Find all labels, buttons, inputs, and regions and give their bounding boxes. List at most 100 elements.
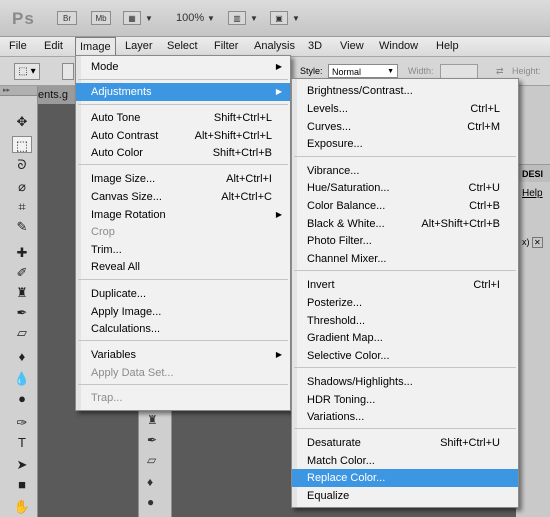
adjust-item-curves[interactable]: Curves... Ctrl+M: [292, 118, 518, 136]
adjust-item-posterize[interactable]: Posterize...: [292, 294, 518, 312]
document-tab[interactable]: ents.g: [38, 89, 68, 101]
adjust-item-hue-saturation[interactable]: Hue/Saturation... Ctrl+U: [292, 179, 518, 197]
image-menu-item-auto-contrast[interactable]: Auto Contrast Alt+Shift+Ctrl+L: [76, 127, 290, 145]
menu-window[interactable]: Window: [379, 37, 418, 56]
path-selection-icon[interactable]: ➤: [12, 456, 32, 473]
menu-separator: [78, 340, 288, 341]
image-menu-item-variables[interactable]: Variables ▶: [76, 346, 290, 364]
menu-file[interactable]: File: [9, 37, 27, 56]
adjust-item-desaturate[interactable]: Desaturate Shift+Ctrl+U: [292, 434, 518, 452]
adjust-item-channel-mixer[interactable]: Channel Mixer...: [292, 250, 518, 268]
selection-mode-button[interactable]: [62, 63, 74, 80]
dodge-icon[interactable]: ●: [12, 390, 32, 407]
arrange-dropdown-icon[interactable]: ▼: [250, 14, 258, 23]
bridge-button[interactable]: Br: [57, 11, 77, 25]
type-icon[interactable]: T: [12, 434, 32, 451]
pen-icon[interactable]: ✑: [12, 414, 32, 431]
adjust-item-gradient-map[interactable]: Gradient Map...: [292, 329, 518, 347]
style-select[interactable]: Normal ▼: [328, 64, 398, 78]
image-menu-item-image-rotation[interactable]: Image Rotation ▶: [76, 206, 290, 224]
menu-analysis[interactable]: Analysis: [254, 37, 295, 56]
menu-select[interactable]: Select: [167, 37, 198, 56]
adjust-item-black-white[interactable]: Black & White... Alt+Shift+Ctrl+B: [292, 215, 518, 233]
view-extras-dropdown-icon[interactable]: ▼: [145, 14, 153, 23]
adjust-item-variations[interactable]: Variations...: [292, 408, 518, 426]
adjust-item-shadows-highlights[interactable]: Shadows/Highlights...: [292, 373, 518, 391]
adjust-item-invert[interactable]: Invert Ctrl+I: [292, 276, 518, 294]
crop-icon[interactable]: ⌗: [12, 198, 32, 215]
design-panel-tab[interactable]: DESI: [516, 164, 550, 182]
image-menu-item-auto-tone[interactable]: Auto Tone Shift+Ctrl+L: [76, 109, 290, 127]
menu-item-label: Adjustments: [91, 86, 152, 98]
zoom-level[interactable]: 100%: [176, 12, 204, 24]
image-menu-item-image-size[interactable]: Image Size... Alt+Ctrl+I: [76, 170, 290, 188]
rectangle-shape-icon[interactable]: ■: [12, 476, 32, 493]
adjust-item-photo-filter[interactable]: Photo Filter...: [292, 232, 518, 250]
history-brush-icon[interactable]: ✒: [147, 433, 157, 447]
blur-icon[interactable]: 💧: [12, 370, 32, 387]
blur-icon[interactable]: ●: [147, 495, 154, 509]
adjust-item-brightness-contrast[interactable]: Brightness/Contrast...: [292, 82, 518, 100]
image-menu-item-canvas-size[interactable]: Canvas Size... Alt+Ctrl+C: [76, 188, 290, 206]
menu-help[interactable]: Help: [436, 37, 459, 56]
adjust-item-equalize[interactable]: Equalize: [292, 487, 518, 505]
image-menu-item-trim[interactable]: Trim...: [76, 241, 290, 259]
menu-filter[interactable]: Filter: [214, 37, 238, 56]
image-menu-item-adjustments[interactable]: Adjustments ▶: [76, 83, 290, 101]
spot-healing-icon[interactable]: ✚: [12, 244, 32, 261]
move-tool-icon[interactable]: ✥: [12, 113, 32, 130]
adjust-item-match-color[interactable]: Match Color...: [292, 452, 518, 470]
hand-icon[interactable]: ✋: [12, 498, 32, 515]
width-label: Width:: [408, 66, 434, 76]
menu-edit[interactable]: Edit: [44, 37, 63, 56]
quick-selection-icon[interactable]: ⌀: [12, 178, 32, 195]
tools-panel-grip[interactable]: ▸▸: [0, 86, 37, 96]
image-menu-item-mode[interactable]: Mode ▶: [76, 58, 290, 76]
adjust-item-color-balance[interactable]: Color Balance... Ctrl+B: [292, 197, 518, 215]
image-menu-item-apply-image[interactable]: Apply Image...: [76, 303, 290, 321]
history-brush-icon[interactable]: ✒: [12, 304, 32, 321]
image-menu-item-calculations[interactable]: Calculations...: [76, 320, 290, 338]
menu-item-label: Selective Color...: [307, 350, 390, 362]
menu-view[interactable]: View: [340, 37, 364, 56]
lasso-icon[interactable]: ᘐ: [12, 156, 32, 173]
menu-layer[interactable]: Layer: [125, 37, 153, 56]
menu-image[interactable]: Image: [75, 37, 116, 56]
paint-bucket-icon[interactable]: ♦: [12, 348, 32, 365]
arrange-documents-button[interactable]: ▥: [228, 11, 246, 25]
adjust-item-threshold[interactable]: Threshold...: [292, 312, 518, 330]
view-extras-button[interactable]: ▦: [123, 11, 141, 25]
eyedropper-icon[interactable]: ✎: [12, 218, 32, 235]
adjust-item-levels[interactable]: Levels... Ctrl+L: [292, 100, 518, 118]
paint-bucket-icon[interactable]: ♦: [147, 475, 153, 489]
eraser-icon[interactable]: ▱: [12, 324, 32, 341]
adjust-item-selective-color[interactable]: Selective Color...: [292, 347, 518, 365]
adjust-item-exposure[interactable]: Exposure...: [292, 135, 518, 153]
adjust-item-vibrance[interactable]: Vibrance...: [292, 162, 518, 180]
brush-icon[interactable]: ✐: [12, 264, 32, 281]
menu-item-label: Trim...: [91, 244, 122, 256]
marquee-preset-picker[interactable]: ⬚ ▾: [14, 63, 40, 80]
clone-stamp-icon[interactable]: ♜: [147, 413, 158, 427]
adjust-item-replace-color[interactable]: Replace Color...: [292, 469, 518, 487]
adjust-item-hdr-toning[interactable]: HDR Toning...: [292, 391, 518, 409]
menu-3d[interactable]: 3D: [308, 37, 322, 56]
close-icon[interactable]: ✕: [532, 237, 543, 248]
submenu-arrow-icon: ▶: [275, 210, 282, 219]
menu-item-label: Calculations...: [91, 323, 161, 335]
mini-bridge-button[interactable]: Mb: [91, 11, 111, 25]
panel-help-link[interactable]: Help: [516, 188, 550, 202]
screen-mode-button[interactable]: ▣: [270, 11, 288, 25]
menu-separator: [294, 367, 516, 368]
eraser-icon[interactable]: ▱: [147, 453, 156, 467]
image-menu-item-duplicate[interactable]: Duplicate...: [76, 285, 290, 303]
screen-mode-dropdown-icon[interactable]: ▼: [292, 14, 300, 23]
menu-item-label: Black & White...: [307, 218, 385, 230]
image-menu-item-trap: Trap...: [76, 389, 290, 407]
rectangular-marquee-icon[interactable]: ⬚: [12, 136, 32, 153]
swap-icon[interactable]: ⇄: [496, 66, 504, 77]
clone-stamp-icon[interactable]: ♜: [12, 284, 32, 301]
zoom-dropdown-icon[interactable]: ▼: [207, 14, 215, 23]
image-menu-item-reveal-all[interactable]: Reveal All: [76, 258, 290, 276]
image-menu-item-auto-color[interactable]: Auto Color Shift+Ctrl+B: [76, 144, 290, 162]
